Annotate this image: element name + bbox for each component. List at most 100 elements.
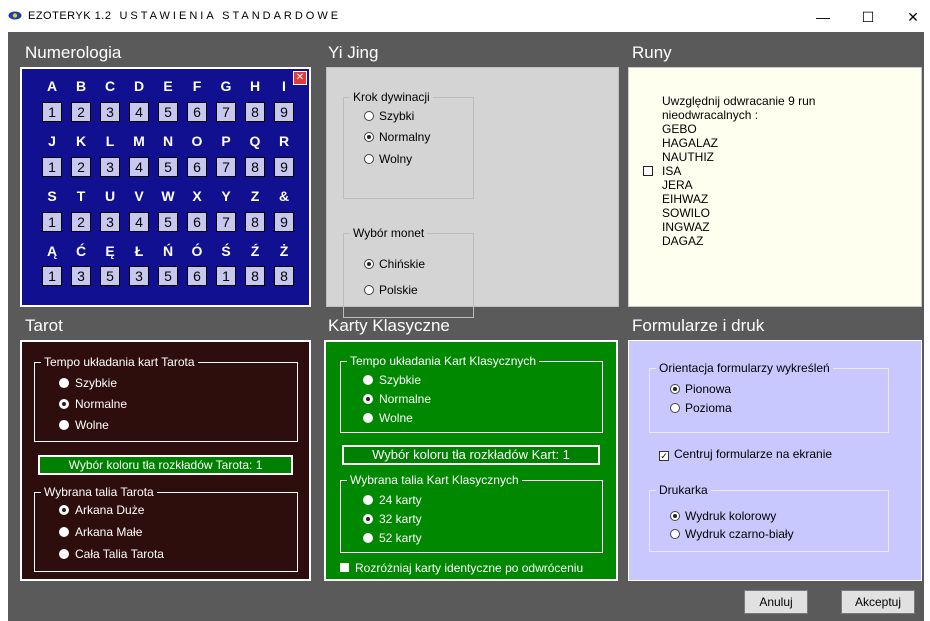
minimize-button[interactable]: — <box>808 8 838 26</box>
radio-label: 52 karty <box>379 531 422 545</box>
radio-selected-icon <box>364 259 374 269</box>
numerology-value-box[interactable]: 7 <box>216 157 236 177</box>
numerology-value-box[interactable]: 8 <box>245 157 265 177</box>
numerology-value-box[interactable]: 4 <box>129 102 149 122</box>
numerology-letter: R <box>278 133 290 149</box>
numerology-value-box[interactable]: 9 <box>274 212 294 232</box>
accept-button[interactable]: Akceptuj <box>841 590 915 614</box>
numerology-value-box[interactable]: 2 <box>71 102 91 122</box>
numerology-value-box[interactable]: 7 <box>216 102 236 122</box>
numerology-value-box[interactable]: 4 <box>129 212 149 232</box>
radio-polskie[interactable]: Polskie <box>364 283 418 297</box>
numerology-value-box[interactable]: 7 <box>216 212 236 232</box>
radio-karty-normalne[interactable]: Normalne <box>363 392 431 406</box>
radio-arkana-male[interactable]: Arkana Małe <box>59 525 142 539</box>
runy-checkbox[interactable] <box>643 166 653 176</box>
numerology-letter: L <box>105 133 115 149</box>
numerology-value-box[interactable]: 5 <box>158 102 178 122</box>
radio-selected-icon <box>363 514 373 524</box>
radio-icon <box>670 403 680 413</box>
runy-description-line1: Uwzględnij odwracanie 9 run <box>662 94 816 108</box>
numerology-letter: E <box>163 78 173 94</box>
numerology-value-box[interactable]: 1 <box>42 212 62 232</box>
cancel-button[interactable]: Anuluj <box>744 590 808 614</box>
tarot-talia-title: Wybrana talia Tarota <box>41 485 157 499</box>
numerology-letter: S <box>47 188 57 204</box>
radio-pozioma[interactable]: Pozioma <box>670 401 732 415</box>
radio-chinskie[interactable]: Chińskie <box>364 257 425 271</box>
numerology-value-box[interactable]: 3 <box>129 266 149 286</box>
karty-title: Karty Klasyczne <box>328 316 450 335</box>
numerology-value-box[interactable]: 1 <box>42 266 62 286</box>
radio-32-karty[interactable]: 32 karty <box>363 512 422 526</box>
radio-karty-wolne[interactable]: Wolne <box>363 411 413 425</box>
radio-pionowa[interactable]: Pionowa <box>670 382 731 396</box>
numerology-value-box[interactable]: 1 <box>42 157 62 177</box>
rune-name: GEBO <box>662 122 697 136</box>
radio-label: Szybki <box>379 109 415 123</box>
radio-label: Cała Talia Tarota <box>75 547 164 561</box>
numerology-value-box[interactable]: 8 <box>245 266 265 286</box>
numerology-letter: N <box>162 133 174 149</box>
numerology-value-box[interactable]: 5 <box>158 212 178 232</box>
radio-icon <box>670 529 680 539</box>
radio-arkana-duze[interactable]: Arkana Duże <box>59 503 144 517</box>
radio-wydruk-czarno-bialy[interactable]: Wydruk czarno-biały <box>670 527 794 541</box>
maximize-button[interactable]: ☐ <box>853 8 883 26</box>
radio-52-karty[interactable]: 52 karty <box>363 531 422 545</box>
karty-color-button[interactable]: Wybór koloru tła rozkładów Kart: 1 <box>342 445 600 465</box>
numerology-value-box[interactable]: 6 <box>187 157 207 177</box>
radio-karty-szybkie[interactable]: Szybkie <box>363 373 421 387</box>
radio-selected-icon <box>670 511 680 521</box>
radio-icon <box>364 154 374 164</box>
numerology-value-box[interactable]: 3 <box>71 266 91 286</box>
radio-tarot-szybkie[interactable]: Szybkie <box>59 376 117 390</box>
numerology-value-box[interactable]: 9 <box>274 157 294 177</box>
radio-wolny[interactable]: Wolny <box>364 152 412 166</box>
dialog-client-area: Numerologia Yi Jing Runy Tarot Karty Kla… <box>8 32 924 621</box>
numerology-value-box[interactable]: 1 <box>216 266 236 286</box>
numerology-value-box[interactable]: 2 <box>71 212 91 232</box>
radio-normalny[interactable]: Normalny <box>364 130 430 144</box>
numerology-value-box[interactable]: 3 <box>100 212 120 232</box>
checkbox-icon <box>340 563 349 572</box>
distinguish-checkbox[interactable]: Rozróżniaj karty identyczne po odwróceni… <box>340 561 583 575</box>
numerology-value-box[interactable]: 2 <box>71 157 91 177</box>
numerology-value-box[interactable]: 5 <box>158 266 178 286</box>
radio-cala-talia[interactable]: Cała Talia Tarota <box>59 547 164 561</box>
karty-talia-group: Wybrana talia Kart Klasycznych 24 karty … <box>340 473 603 553</box>
tarot-panel: Tempo układania kart Tarota Szybkie Norm… <box>20 340 311 581</box>
numerology-letter: Ź <box>250 243 260 259</box>
radio-tarot-wolne[interactable]: Wolne <box>59 418 109 432</box>
numerology-letter: Ż <box>279 243 289 259</box>
numerology-value-box[interactable]: 6 <box>187 266 207 286</box>
tarot-color-button[interactable]: Wybór koloru tła rozkładów Tarota: 1 <box>38 455 293 475</box>
numerology-value-box[interactable]: 5 <box>158 157 178 177</box>
title-bar: EZOTERYK 1.2 USTAWIENIA STANDARDOWE — ☐ ✕ <box>0 0 930 32</box>
numerology-value-box[interactable]: 3 <box>100 102 120 122</box>
numerology-letter: K <box>75 133 87 149</box>
numerology-value-box[interactable]: 3 <box>100 157 120 177</box>
numerology-letter: Ó <box>191 243 203 259</box>
krok-group: Krok dywinacji Szybki Normalny Wolny <box>343 90 474 199</box>
numerology-value-box[interactable]: 8 <box>274 266 294 286</box>
rune-name: DAGAZ <box>662 234 704 248</box>
radio-tarot-normalne[interactable]: Normalne <box>59 397 127 411</box>
numerology-value-box[interactable]: 6 <box>187 102 207 122</box>
numerology-value-box[interactable]: 8 <box>245 212 265 232</box>
numerology-value-box[interactable]: 8 <box>245 102 265 122</box>
close-button[interactable]: ✕ <box>898 8 928 26</box>
numerology-value-box[interactable]: 1 <box>42 102 62 122</box>
radio-szybki[interactable]: Szybki <box>364 109 414 123</box>
center-checkbox[interactable]: ✓ Centruj formularze na ekranie <box>659 447 832 461</box>
numerology-value-box[interactable]: 9 <box>274 102 294 122</box>
radio-icon <box>364 285 374 295</box>
radio-wydruk-kolorowy[interactable]: Wydruk kolorowy <box>670 509 776 523</box>
numerology-value-box[interactable]: 5 <box>100 266 120 286</box>
monety-group-title: Wybór monet <box>350 226 428 240</box>
numerology-value-box[interactable]: 6 <box>187 212 207 232</box>
close-icon[interactable]: ✕ <box>293 71 307 85</box>
window-title: EZOTERYK 1.2 USTAWIENIA STANDARDOWE <box>28 10 341 22</box>
numerology-value-box[interactable]: 4 <box>129 157 149 177</box>
radio-24-karty[interactable]: 24 karty <box>363 493 422 507</box>
